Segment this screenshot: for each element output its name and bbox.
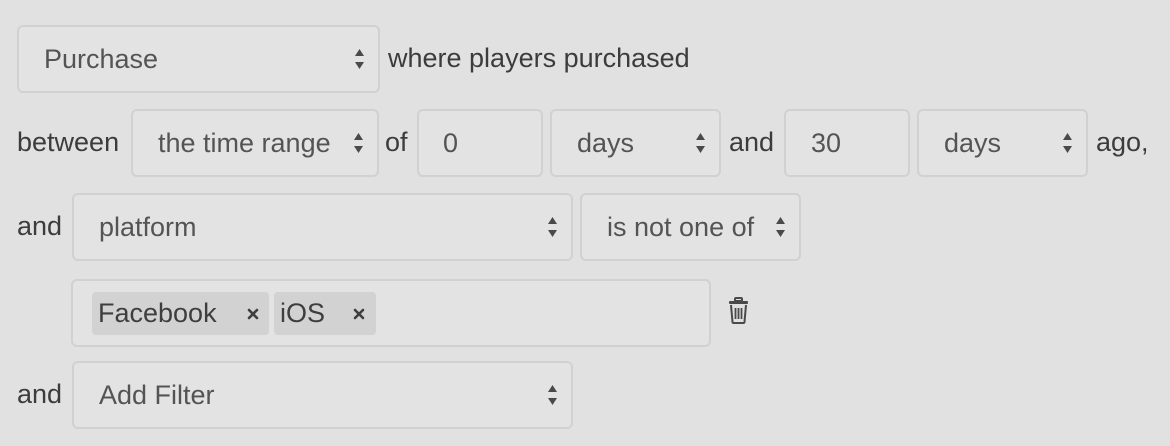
to-value-text: 30: [811, 127, 842, 158]
where-players-purchased-label: where players purchased: [388, 43, 690, 73]
select-arrows-icon: [354, 133, 363, 153]
add-filter-select-value: Add Filter: [99, 379, 215, 410]
add-filter-and-label: and: [17, 379, 63, 409]
to-value-input[interactable]: 30: [784, 109, 910, 177]
tag-ios: iOS: [274, 292, 376, 335]
tag-label: iOS: [280, 298, 326, 328]
filter-operator-select[interactable]: is not one of: [580, 193, 801, 261]
select-arrows-icon: [696, 133, 705, 153]
event-select-value: Purchase: [44, 43, 159, 74]
add-filter-select[interactable]: Add Filter: [72, 361, 573, 429]
from-value-text: 0: [443, 127, 459, 158]
select-arrows-icon: [1063, 133, 1072, 153]
filter-operator-select-value: is not one of: [607, 211, 755, 242]
from-unit-select-value: days: [577, 127, 635, 158]
filter-field-select-value: platform: [99, 211, 197, 242]
of-label: of: [385, 127, 408, 157]
to-unit-select[interactable]: days: [917, 109, 1088, 177]
from-value-input[interactable]: 0: [417, 109, 543, 177]
time-range-select-value: the time range: [158, 127, 331, 158]
filter-and-label: and: [17, 211, 63, 241]
from-unit-select[interactable]: days: [550, 109, 721, 177]
select-arrows-icon: [776, 217, 785, 237]
filter-values-tag-input[interactable]: Facebook iOS: [71, 279, 711, 347]
filter-field-select[interactable]: platform: [72, 193, 573, 261]
select-arrows-icon: [548, 385, 557, 405]
select-arrows-icon: [355, 49, 364, 69]
close-icon[interactable]: [247, 308, 259, 320]
and-label: and: [729, 127, 775, 157]
event-select[interactable]: Purchase: [17, 25, 380, 93]
tag-facebook: Facebook: [92, 292, 269, 335]
tag-label: Facebook: [98, 298, 217, 328]
time-range-select[interactable]: the time range: [131, 109, 379, 177]
to-unit-select-value: days: [944, 127, 1002, 158]
trash-icon[interactable]: [728, 297, 749, 324]
between-label: between: [17, 127, 120, 157]
ago-label: ago,: [1096, 127, 1149, 157]
select-arrows-icon: [548, 217, 557, 237]
close-icon[interactable]: [353, 308, 365, 320]
